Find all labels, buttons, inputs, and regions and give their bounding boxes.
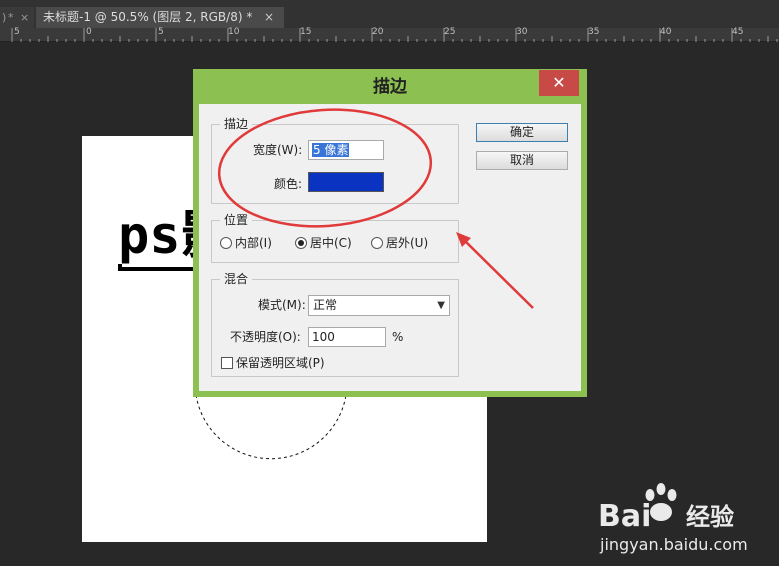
- marquee-selection: [195, 394, 347, 460]
- radio-outside[interactable]: [371, 237, 383, 249]
- document-tab-bar: ) * × 未标题-1 @ 50.5% (图层 2, RGB/8) * ×: [0, 0, 779, 28]
- radio-inside-label: 内部(I): [235, 236, 272, 250]
- mode-select[interactable]: 正常 ▼: [308, 295, 450, 316]
- document-tab-active[interactable]: 未标题-1 @ 50.5% (图层 2, RGB/8) * ×: [36, 7, 284, 28]
- opacity-input[interactable]: 100: [308, 327, 386, 347]
- ok-button[interactable]: 确定: [476, 123, 568, 142]
- preserve-transparency-checkbox[interactable]: [221, 357, 233, 369]
- stroke-group-legend: 描边: [220, 116, 253, 132]
- ruler-label: 0: [86, 27, 92, 37]
- ruler-label: 35: [588, 27, 600, 37]
- radio-center[interactable]: [295, 237, 307, 249]
- chevron-down-icon: ▼: [437, 300, 445, 311]
- ruler-label: 10: [228, 27, 240, 37]
- blending-group-legend: 混合: [220, 271, 253, 287]
- radio-center-label: 居中(C): [310, 236, 352, 250]
- width-label: 宽度(W):: [253, 143, 303, 157]
- close-icon[interactable]: ✕: [539, 70, 579, 96]
- watermark-brand-left: Bai: [598, 499, 651, 534]
- ruler-label: 45: [732, 27, 744, 37]
- horizontal-ruler[interactable]: 5 0 5 10 15 20 25 30 35 40 45: [0, 27, 779, 42]
- dialog-title: 描边: [373, 77, 407, 97]
- radio-outside-label: 居外(U): [386, 236, 429, 250]
- tab-active-title: 未标题-1 @ 50.5% (图层 2, RGB/8) *: [43, 10, 253, 24]
- location-group: 位置 内部(I) 居中(C) 居外(U): [211, 212, 459, 263]
- radio-inside[interactable]: [220, 237, 232, 249]
- document-tab-previous[interactable]: ) * ×: [0, 7, 34, 28]
- color-label: 颜色:: [274, 177, 303, 191]
- ruler-label: 40: [660, 27, 672, 37]
- tab-previous-modified: *: [8, 11, 14, 24]
- stroke-dialog: 描边 ✕ 描边 宽度(W): 5 像素 颜色: 位置 内部(I) 居中(C) 居…: [193, 69, 587, 397]
- tab-previous-close-icon[interactable]: ×: [20, 7, 29, 28]
- width-input[interactable]: 5 像素: [308, 140, 384, 160]
- ruler-label: 30: [516, 27, 528, 37]
- tab-close-icon[interactable]: ×: [264, 7, 274, 28]
- opacity-unit: %: [392, 330, 404, 344]
- dialog-body: 描边 宽度(W): 5 像素 颜色: 位置 内部(I) 居中(C) 居外(U) …: [199, 104, 581, 391]
- mode-value: 正常: [313, 298, 338, 312]
- blending-group: 混合 模式(M): 正常 ▼ 不透明度(O): 100 % 保留透明区域(P): [211, 271, 459, 377]
- width-value: 5 像素: [312, 143, 350, 157]
- tab-previous-title: ): [2, 11, 7, 24]
- opacity-value: 100: [312, 330, 335, 344]
- location-group-legend: 位置: [220, 212, 253, 228]
- watermark-url: jingyan.baidu.com: [599, 535, 748, 554]
- mode-label: 模式(M):: [258, 298, 306, 312]
- preserve-transparency-label: 保留透明区域(P): [236, 356, 325, 370]
- cancel-button[interactable]: 取消: [476, 151, 568, 170]
- stroke-group: 描边 宽度(W): 5 像素 颜色:: [211, 116, 459, 204]
- ruler-label: 5: [14, 27, 20, 37]
- ruler-label: 5: [158, 27, 164, 37]
- watermark-brand-right: 经验: [686, 503, 734, 531]
- color-swatch[interactable]: [308, 172, 384, 192]
- ruler-label: 15: [300, 27, 312, 37]
- ruler-label: 25: [444, 27, 456, 37]
- ruler-label: 20: [372, 27, 384, 37]
- opacity-label: 不透明度(O):: [230, 330, 301, 344]
- paw-logo-icon: [645, 483, 677, 521]
